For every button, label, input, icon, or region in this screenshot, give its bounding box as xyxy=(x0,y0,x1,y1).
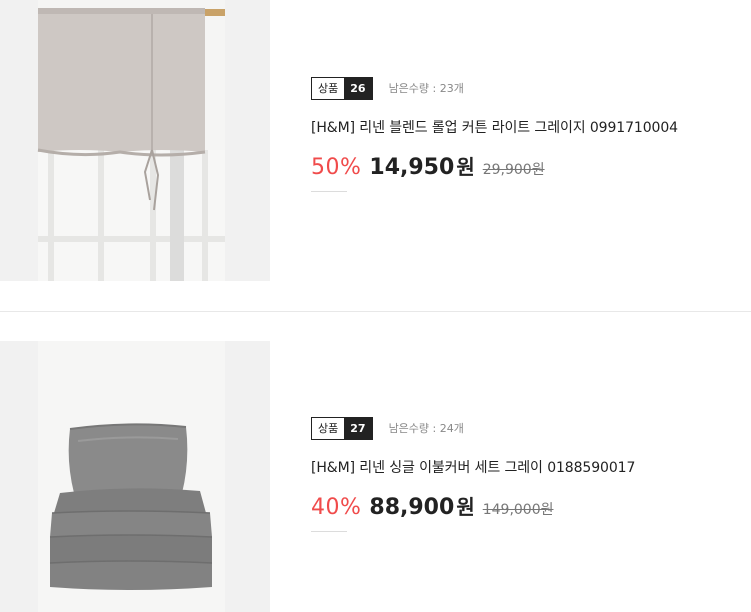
badge-number: 26 xyxy=(344,77,372,99)
discount-rate: 50% xyxy=(311,155,362,180)
product-card-27[interactable]: 상품 27 남은수량 : 24개 [H&M] 리넨 싱글 이불커버 세트 그레이… xyxy=(0,341,751,612)
product-title[interactable]: [H&M] 리넨 블렌드 롤업 커튼 라이트 그레이지 0991710004 xyxy=(311,117,678,137)
section-divider xyxy=(0,311,751,312)
product-info: 상품 27 남은수량 : 24개 [H&M] 리넨 싱글 이불커버 세트 그레이… xyxy=(311,416,635,532)
price-row: 50% 14,950 원 29,900원 xyxy=(311,151,678,180)
curtain-photo xyxy=(0,0,270,281)
currency-unit: 원 xyxy=(456,495,475,519)
sale-price: 14,950 xyxy=(369,155,455,180)
discount-rate: 40% xyxy=(311,495,362,520)
product-info: 상품 26 남은수량 : 23개 [H&M] 리넨 블렌드 롤업 커튼 라이트 … xyxy=(311,76,678,192)
currency-unit: 원 xyxy=(456,155,475,179)
product-card-26[interactable]: 상품 26 남은수량 : 23개 [H&M] 리넨 블렌드 롤업 커튼 라이트 … xyxy=(0,0,751,284)
divider-line xyxy=(311,191,347,192)
price-row: 40% 88,900 원 149,000원 xyxy=(311,491,635,520)
badge-number: 27 xyxy=(344,417,372,439)
badge-label: 상품 xyxy=(312,417,345,439)
sale-price: 88,900 xyxy=(369,495,455,520)
product-badge: 상품 26 xyxy=(311,76,373,100)
product-image-duvet[interactable] xyxy=(0,341,270,612)
divider-line xyxy=(311,531,347,532)
stock-remaining: 남은수량 : 23개 xyxy=(388,82,464,95)
original-price: 29,900원 xyxy=(482,162,545,178)
duvet-photo xyxy=(0,341,270,612)
badge-label: 상품 xyxy=(312,77,345,99)
stock-remaining: 남은수량 : 24개 xyxy=(388,422,464,435)
original-price: 149,000원 xyxy=(482,502,554,518)
product-title[interactable]: [H&M] 리넨 싱글 이불커버 세트 그레이 0188590017 xyxy=(311,457,635,477)
product-badge: 상품 27 xyxy=(311,416,373,440)
product-image-curtain[interactable] xyxy=(0,0,270,281)
